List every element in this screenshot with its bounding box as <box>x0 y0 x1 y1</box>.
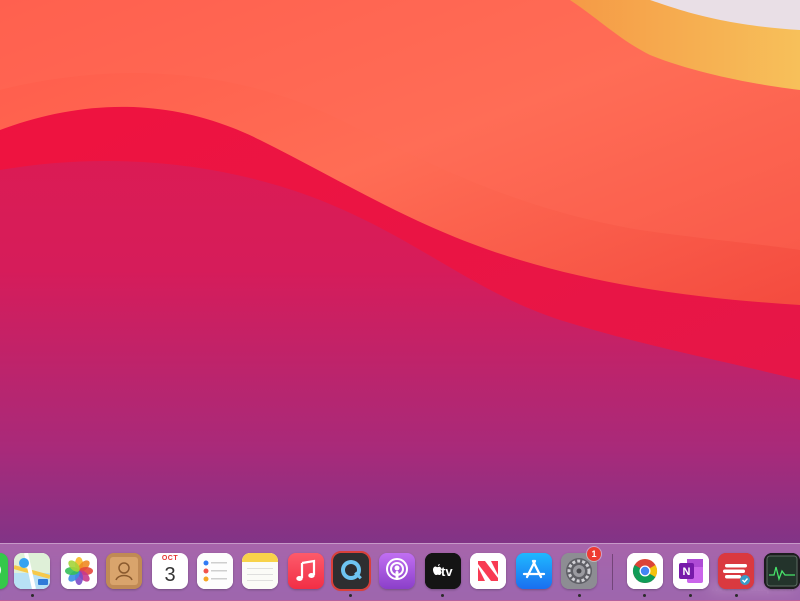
dock-item-photos[interactable] <box>61 553 97 589</box>
notification-badge: 1 <box>587 547 601 561</box>
dock-item-activity-monitor[interactable] <box>764 553 800 589</box>
dock-item-chrome[interactable] <box>627 553 663 589</box>
dock-item-calendar[interactable]: OCT 3 <box>152 553 188 589</box>
running-indicator <box>349 594 352 597</box>
dock-item-podcasts[interactable] <box>379 553 415 589</box>
dock: OCT 3 tv 1 N <box>0 543 800 601</box>
podcasts-icon <box>379 553 415 589</box>
running-indicator <box>735 594 738 597</box>
dock-item-notes[interactable] <box>242 553 278 589</box>
dock-item-contacts[interactable] <box>106 553 142 589</box>
news-icon <box>470 553 506 589</box>
photos-icon <box>61 553 97 589</box>
running-indicator <box>643 594 646 597</box>
expressvpn-icon <box>718 553 754 589</box>
notes-icon <box>242 553 278 589</box>
svg-text:N: N <box>683 566 691 578</box>
dock-separator <box>612 554 613 590</box>
activity-monitor-icon <box>764 553 800 589</box>
app-store-icon <box>516 553 552 589</box>
dock-item-music[interactable] <box>288 553 324 589</box>
maps-icon <box>14 553 50 589</box>
calendar-day: 3 <box>164 564 176 586</box>
desktop-wallpaper <box>0 0 800 600</box>
running-indicator <box>689 594 692 597</box>
dock-item-messages[interactable] <box>0 553 8 589</box>
calendar-month: OCT <box>161 555 179 562</box>
contacts-icon <box>106 553 142 589</box>
tv-label: tv <box>441 564 453 579</box>
dock-item-tv[interactable]: tv <box>425 553 461 589</box>
onenote-icon: N <box>673 553 709 589</box>
quicktime-icon <box>333 553 369 589</box>
dock-item-maps[interactable] <box>14 553 50 589</box>
dock-item-onenote[interactable]: N <box>673 553 709 589</box>
reminders-icon <box>197 553 233 589</box>
messages-icon <box>0 553 8 589</box>
dock-item-app-store[interactable] <box>516 553 552 589</box>
running-indicator <box>578 594 581 597</box>
dock-item-quicktime[interactable] <box>331 551 371 591</box>
running-indicator <box>31 594 34 597</box>
dock-item-news[interactable] <box>470 553 506 589</box>
dock-item-reminders[interactable] <box>197 553 233 589</box>
dock-item-expressvpn[interactable] <box>718 553 754 589</box>
music-icon <box>288 553 324 589</box>
running-indicator <box>441 594 444 597</box>
chrome-icon <box>627 553 663 589</box>
